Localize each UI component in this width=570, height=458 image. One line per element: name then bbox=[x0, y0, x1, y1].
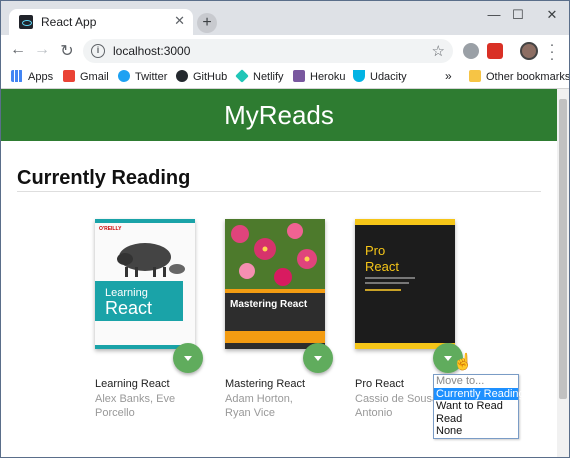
bookmark-label: Netlify bbox=[253, 71, 284, 83]
book-authors: Alex Banks, Eve Porcello bbox=[95, 393, 176, 419]
bookmark-label: Apps bbox=[28, 71, 54, 83]
bookmark-star-icon[interactable]: ☆ bbox=[432, 42, 445, 60]
back-button[interactable]: ← bbox=[9, 41, 27, 59]
minimize-button[interactable]: — bbox=[483, 7, 505, 22]
bookmark-label: Twitter bbox=[135, 71, 168, 83]
bookmark-github[interactable]: GitHub bbox=[176, 70, 227, 83]
browser-tab[interactable]: React App ✕ bbox=[9, 9, 193, 35]
bookmarks-bar: Apps Gmail Twitter GitHub Netlify Heroku… bbox=[1, 67, 569, 89]
bookmark-twitter[interactable]: Twitter bbox=[118, 70, 167, 83]
book-cover: Pro React bbox=[355, 219, 455, 349]
shelf-title: Currently Reading bbox=[17, 167, 191, 189]
bookmark-label: Gmail bbox=[80, 71, 109, 83]
move-to-dropdown[interactable]: Move to... Currently Reading Want to Rea… bbox=[433, 374, 525, 439]
move-option-move-to: Move to... bbox=[436, 375, 485, 387]
move-option-none[interactable]: None bbox=[434, 425, 518, 438]
window-close-button[interactable]: ✕ bbox=[541, 7, 563, 23]
twitter-icon bbox=[118, 70, 130, 82]
extension-red-icon[interactable] bbox=[487, 43, 503, 59]
bookmark-heroku[interactable]: Heroku bbox=[293, 70, 345, 83]
book-title: Mastering React bbox=[225, 378, 306, 390]
bookmark-label: Udacity bbox=[370, 71, 407, 83]
browser-window: React App ✕ + — ☐ ✕ ← → ↻ i localhost:30… bbox=[0, 0, 570, 458]
info-icon[interactable]: i bbox=[91, 44, 105, 58]
book-cover: O'REILLY Learning React bbox=[95, 219, 195, 349]
move-option-want-to-read[interactable]: Want to Read bbox=[434, 400, 518, 413]
tab-title: React App bbox=[41, 15, 97, 29]
svg-text:React: React bbox=[105, 298, 152, 318]
bookmark-label: Heroku bbox=[310, 71, 346, 83]
svg-text:Pro: Pro bbox=[365, 243, 385, 258]
github-icon bbox=[176, 70, 188, 82]
svg-text:O'REILLY: O'REILLY bbox=[99, 226, 122, 232]
shelf-changer-button[interactable] bbox=[173, 343, 203, 373]
other-bookmarks-label: Other bookmarks bbox=[486, 71, 570, 83]
scrollbar-thumb[interactable] bbox=[559, 99, 567, 399]
page-content: MyReads Currently Reading O'REILLY Learn… bbox=[1, 89, 557, 457]
other-bookmarks-button[interactable]: Other bookmarks bbox=[469, 70, 570, 83]
extension-cloud-icon[interactable] bbox=[463, 43, 479, 59]
shelf-divider bbox=[17, 191, 541, 192]
bookmark-label: GitHub bbox=[193, 71, 228, 83]
heroku-icon bbox=[293, 70, 305, 82]
reload-button[interactable]: ↻ bbox=[58, 41, 76, 61]
tab-strip: React App ✕ + — ☐ ✕ bbox=[1, 1, 569, 35]
move-option-read[interactable]: Read bbox=[434, 413, 518, 426]
svg-text:React: React bbox=[365, 259, 399, 274]
bookmark-udacity[interactable]: Udacity bbox=[353, 70, 407, 83]
apps-icon bbox=[11, 70, 23, 82]
book-title: Pro React bbox=[355, 378, 404, 390]
react-favicon-icon bbox=[19, 15, 33, 29]
url-text[interactable]: localhost:3000 bbox=[113, 44, 190, 58]
browser-toolbar: ← → ↻ i localhost:3000 ☆ · · · bbox=[1, 35, 569, 67]
bookmark-netlify[interactable]: Netlify bbox=[235, 69, 284, 83]
bookmark-apps[interactable]: Apps bbox=[11, 70, 53, 83]
new-tab-button[interactable]: + bbox=[197, 13, 217, 33]
netlify-icon bbox=[235, 69, 249, 83]
gmail-icon bbox=[63, 70, 75, 82]
app-header: MyReads bbox=[1, 89, 557, 141]
book-title: Learning React bbox=[95, 378, 170, 390]
page-scrollbar[interactable] bbox=[557, 89, 569, 457]
book-authors: Adam Horton, Ryan Vice bbox=[225, 393, 293, 419]
profile-avatar[interactable] bbox=[520, 42, 538, 60]
book-cover: Mastering React bbox=[225, 219, 325, 349]
more-bookmarks-button[interactable]: » bbox=[445, 69, 452, 83]
book-authors: Cassio de Sousa Antonio bbox=[355, 393, 439, 419]
app-title: MyReads bbox=[224, 100, 334, 130]
bookmark-gmail[interactable]: Gmail bbox=[63, 70, 109, 83]
hand-cursor-icon: ☝ bbox=[453, 354, 473, 371]
shelf-changer-button[interactable] bbox=[303, 343, 333, 373]
chrome-menu-icon[interactable]: · · · bbox=[547, 37, 557, 66]
udacity-icon bbox=[353, 70, 365, 82]
maximize-button[interactable]: ☐ bbox=[507, 7, 529, 23]
move-option-currently-reading[interactable]: Currently Reading bbox=[434, 387, 525, 400]
svg-text:Mastering React: Mastering React bbox=[230, 299, 308, 310]
folder-icon bbox=[469, 70, 481, 82]
forward-button[interactable]: → bbox=[33, 41, 51, 59]
tab-close-icon[interactable]: ✕ bbox=[174, 13, 185, 29]
address-bar[interactable]: i localhost:3000 ☆ bbox=[83, 39, 453, 63]
